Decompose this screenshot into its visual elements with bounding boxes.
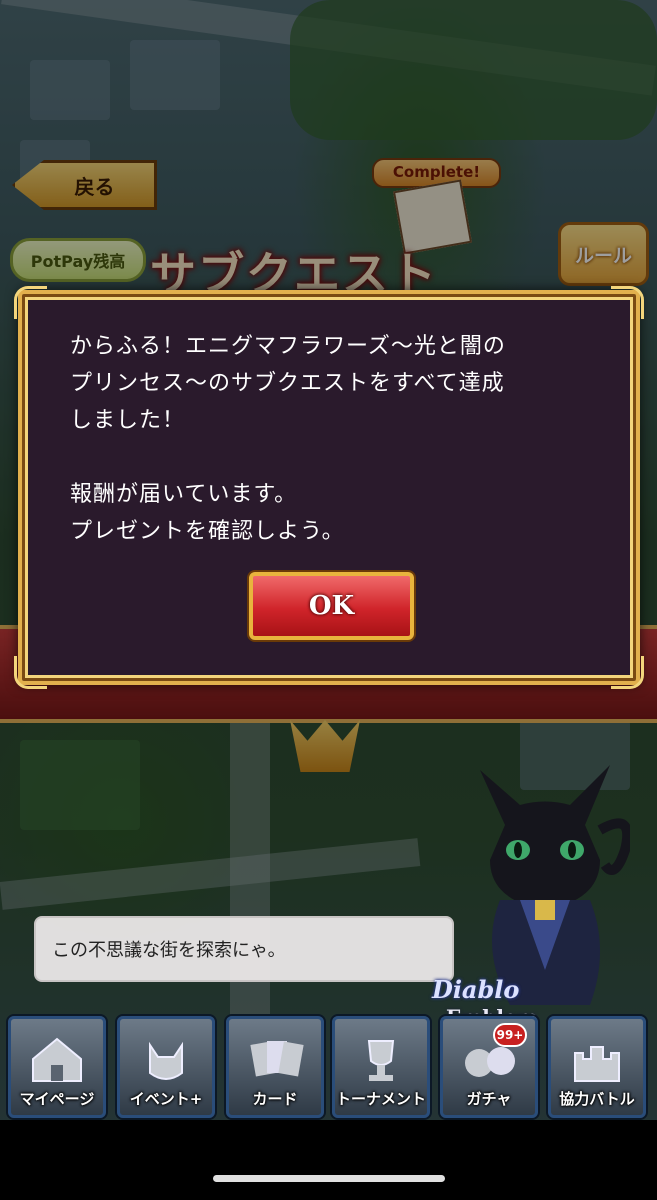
- ornament-corner-icon: [611, 656, 644, 689]
- speech-bubble: この不思議な街を探索にゃ。: [34, 916, 454, 982]
- logo-line1: Diablo: [432, 975, 520, 1004]
- castle-icon: [574, 1046, 620, 1082]
- nav-label: イベント+: [129, 1090, 203, 1108]
- ornament-corner-icon: [14, 656, 47, 689]
- system-bottom-bar: [0, 1120, 657, 1200]
- nav-gacha[interactable]: 99+ ガチャ: [440, 1016, 538, 1118]
- ok-button[interactable]: OK: [249, 572, 414, 640]
- cat-event-icon: [149, 1041, 183, 1080]
- nav-event[interactable]: イベント+: [117, 1016, 215, 1118]
- nav-label: 協力バトル: [559, 1090, 635, 1108]
- home-indicator[interactable]: [213, 1175, 445, 1182]
- ok-button-label: OK: [308, 591, 355, 621]
- black-cat-mascot-icon: [480, 765, 630, 1005]
- nav-mypage[interactable]: マイページ: [8, 1016, 106, 1118]
- ornament-corner-icon: [611, 286, 644, 319]
- bottom-nav: マイページ イベント+ カード トーナメント 99+ ガチャ 協力バトル: [0, 1010, 657, 1120]
- cards-icon: [250, 1041, 304, 1077]
- nav-label: トーナメント: [335, 1090, 426, 1108]
- nav-label: カード: [252, 1090, 298, 1108]
- completion-dialog: からふる！エニグマフラワーズ〜光と闇の プリンセス〜のサブクエストをすべて達成 …: [14, 286, 644, 689]
- nav-card[interactable]: カード: [226, 1016, 324, 1118]
- trophy-icon: [367, 1040, 395, 1081]
- nav-tournament[interactable]: トーナメント: [332, 1016, 430, 1118]
- house-icon: [32, 1037, 82, 1082]
- ornament-corner-icon: [14, 286, 47, 319]
- nav-label: ガチャ: [466, 1090, 512, 1108]
- nav-label: マイページ: [19, 1090, 95, 1108]
- dialog-message: からふる！エニグマフラワーズ〜光と闇の プリンセス〜のサブクエストをすべて達成 …: [70, 334, 506, 544]
- nav-coop-battle[interactable]: 協力バトル: [548, 1016, 646, 1118]
- gacha-count-badge: 99+: [493, 1023, 527, 1047]
